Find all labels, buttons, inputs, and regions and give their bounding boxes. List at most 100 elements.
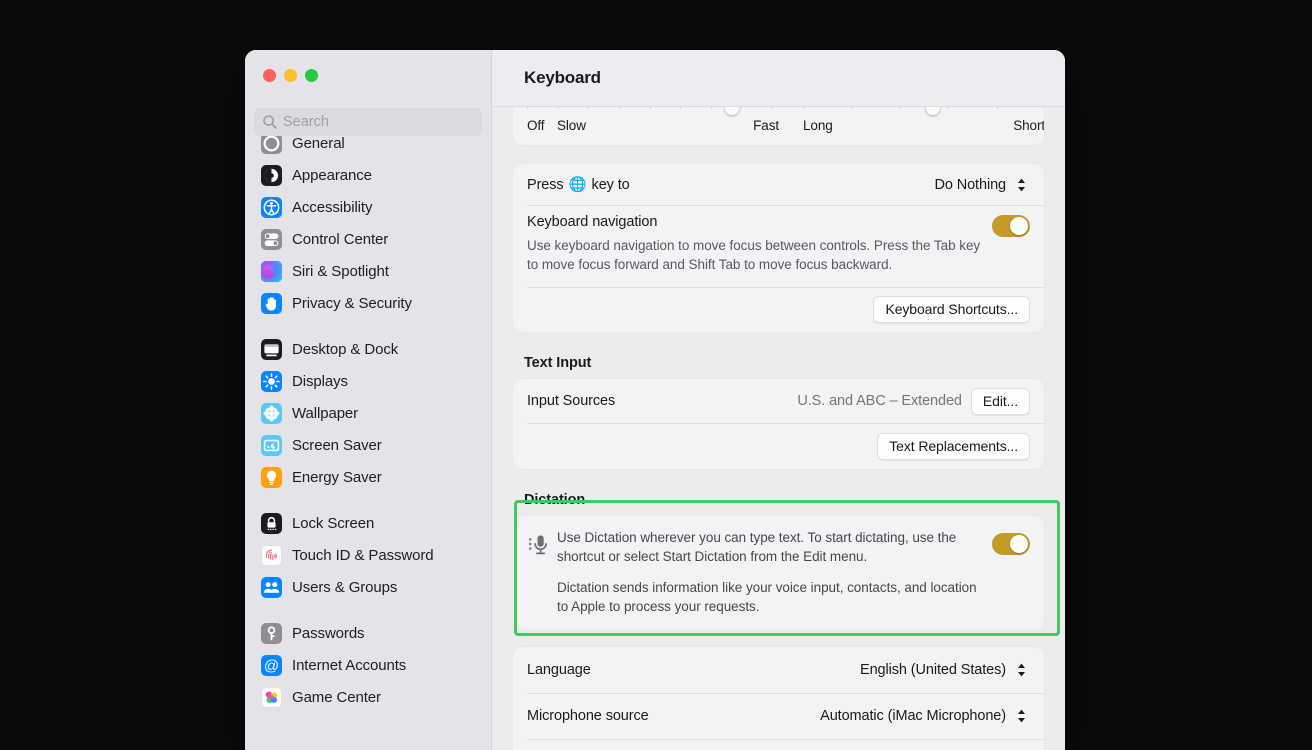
sidebar-item-label: Passwords: [292, 624, 365, 642]
titlebar: Keyboard: [492, 50, 1065, 107]
settings-scroll-area[interactable]: Off Slow Fast Long Short Press 🌐 key to …: [492, 50, 1065, 750]
sidebar-item-desktop-dock[interactable]: Desktop & Dock: [254, 333, 482, 365]
control-center-icon: [261, 228, 282, 250]
language-label: Language: [527, 661, 591, 678]
siri-icon: [261, 260, 282, 282]
microphone-source-row[interactable]: Microphone source Automatic (iMac Microp…: [513, 692, 1044, 739]
microphone-source-value[interactable]: Automatic (iMac Microphone): [820, 708, 1006, 724]
microphone-source-label: Microphone source: [527, 707, 649, 724]
game-center-icon: [261, 686, 282, 708]
system-settings-window: General Appearance: [245, 50, 1065, 750]
sidebar-item-energy-saver[interactable]: Energy Saver: [254, 461, 482, 493]
appearance-icon: [261, 164, 282, 186]
keyboard-navigation-toggle[interactable]: [992, 215, 1030, 237]
sidebar-item-label: Wallpaper: [292, 404, 359, 422]
main-pane: Off Slow Fast Long Short Press 🌐 key to …: [492, 50, 1065, 750]
chevron-updown-icon[interactable]: [1013, 705, 1030, 727]
sidebar-item-siri-spotlight[interactable]: Siri & Spotlight: [254, 255, 482, 287]
sidebar-item-lock-screen[interactable]: Lock Screen: [254, 507, 482, 539]
search-input[interactable]: [283, 114, 474, 130]
dictation-toggle[interactable]: [992, 533, 1030, 556]
lock-screen-icon: [261, 512, 282, 534]
microphone-icon: [527, 528, 557, 616]
window-controls: [263, 69, 318, 82]
dictation-text: Use Dictation wherever you can type text…: [557, 528, 992, 616]
chevron-updown-icon[interactable]: [1013, 174, 1030, 196]
privacy-hand-icon: [261, 292, 282, 314]
touch-id-icon: [261, 544, 282, 566]
sidebar-item-internet-accounts[interactable]: @ Internet Accounts: [254, 649, 482, 681]
passwords-key-icon: [261, 622, 282, 644]
sidebar-item-label: Touch ID & Password: [292, 546, 434, 564]
sidebar-item-wallpaper[interactable]: Wallpaper: [254, 397, 482, 429]
keyboard-navigation-title: Keyboard navigation: [527, 214, 658, 230]
sidebar-item-game-center[interactable]: Game Center: [254, 681, 482, 713]
key-repeat-rate-slider[interactable]: Off Slow Fast: [527, 103, 779, 145]
keyboard-navigation-row: Keyboard navigation: [513, 205, 1044, 239]
dictation-heading: Dictation: [524, 492, 586, 509]
text-input-heading: Text Input: [524, 355, 592, 372]
page-title: Keyboard: [524, 68, 601, 87]
keyboard-shortcuts-row: Keyboard Shortcuts...: [513, 287, 1044, 332]
search-icon: [262, 114, 278, 130]
sidebar-item-accessibility[interactable]: Accessibility: [254, 191, 482, 223]
sidebar-item-touch-id-password[interactable]: Touch ID & Password: [254, 539, 482, 571]
sidebar-item-label: Desktop & Dock: [292, 340, 399, 358]
sidebar-item-label: Accessibility: [292, 198, 373, 216]
language-row[interactable]: Language English (United States): [513, 647, 1044, 693]
sidebar-item-screen-saver[interactable]: Screen Saver: [254, 429, 482, 461]
sidebar-item-label: General: [292, 134, 345, 152]
sidebar-item-label: Energy Saver: [292, 468, 382, 486]
sidebar-item-label: Privacy & Security: [292, 294, 412, 312]
globe-key-popup-value[interactable]: Do Nothing: [934, 177, 1006, 193]
sidebar-item-label: Screen Saver: [292, 436, 382, 454]
keyboard-shortcuts-button[interactable]: Keyboard Shortcuts...: [873, 296, 1030, 324]
sidebar-item-displays[interactable]: Displays: [254, 365, 482, 397]
sidebar-item-label: Internet Accounts: [292, 656, 407, 674]
sidebar-item-label: Lock Screen: [292, 514, 375, 532]
sidebar-item-label: Displays: [292, 372, 348, 390]
globe-key-row[interactable]: Press 🌐 key to Do Nothing: [513, 164, 1044, 205]
sidebar-item-passwords[interactable]: Passwords: [254, 617, 482, 649]
chevron-updown-icon[interactable]: [1013, 659, 1030, 681]
sidebar-item-users-groups[interactable]: Users & Groups: [254, 571, 482, 603]
search-field[interactable]: [254, 108, 482, 136]
sidebar-group-divider: [254, 493, 482, 507]
language-value[interactable]: English (United States): [860, 662, 1006, 678]
slider-label-slow: Slow: [557, 118, 586, 133]
sidebar-item-label: Appearance: [292, 166, 372, 184]
sidebar-group-divider: [254, 603, 482, 617]
sidebar: General Appearance: [245, 50, 492, 750]
internet-accounts-icon: @: [261, 654, 282, 676]
slider-label-long: Long: [803, 118, 833, 133]
sidebar-item-appearance[interactable]: Appearance: [254, 159, 482, 191]
sidebar-item-label: Users & Groups: [292, 578, 398, 596]
screen-saver-icon: [261, 434, 282, 456]
sidebar-item-privacy-security[interactable]: Privacy & Security: [254, 287, 482, 319]
sidebar-item-label: Game Center: [292, 688, 381, 706]
energy-saver-icon: [261, 466, 282, 488]
sidebar-item-label: Siri & Spotlight: [292, 262, 389, 280]
minimize-button[interactable]: [284, 69, 297, 82]
wallpaper-icon: [261, 402, 282, 424]
sidebar-group-divider: [254, 319, 482, 333]
sidebar-item-control-center[interactable]: Control Center: [254, 223, 482, 255]
keyboard-behavior-group: Press 🌐 key to Do Nothing Keyboard navig…: [512, 163, 1045, 334]
dictation-group: Use Dictation wherever you can type text…: [512, 515, 1045, 631]
sidebar-scroll-area[interactable]: General Appearance Accessibility Control…: [245, 132, 491, 750]
input-sources-row: Input Sources U.S. and ABC – Extended Ed…: [513, 379, 1044, 423]
displays-icon: [261, 370, 282, 392]
close-button[interactable]: [263, 69, 276, 82]
globe-icon: 🌐: [568, 177, 587, 193]
input-sources-value: U.S. and ABC – Extended: [797, 393, 962, 410]
slider-label-short: Short: [1013, 118, 1045, 133]
zoom-button[interactable]: [305, 69, 318, 82]
edit-input-sources-button[interactable]: Edit...: [970, 387, 1030, 415]
dictation-paragraph-2: Dictation sends information like your vo…: [557, 579, 977, 614]
globe-key-label-suffix: key to: [591, 176, 630, 193]
delay-until-repeat-slider[interactable]: Long Short: [803, 103, 1045, 145]
text-input-group: Input Sources U.S. and ABC – Extended Ed…: [512, 378, 1045, 471]
next-option-row[interactable]: [513, 738, 1044, 750]
text-replacements-button[interactable]: Text Replacements...: [877, 432, 1030, 460]
dictation-body: Use Dictation wherever you can type text…: [513, 516, 1044, 630]
